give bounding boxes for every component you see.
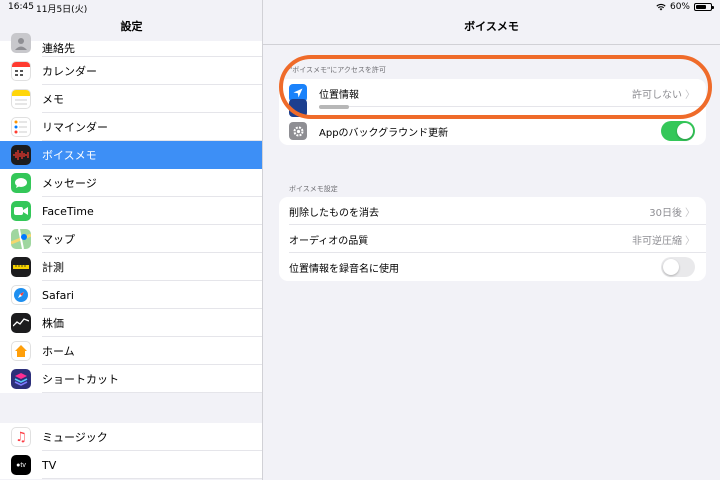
sidebar-item-label: TV: [42, 458, 57, 472]
status-time: 16:45: [8, 2, 34, 12]
chevron-right-icon: 〉: [685, 235, 695, 247]
notes-icon: [11, 89, 31, 109]
music-icon: ♫: [11, 427, 31, 447]
page-title: ボイスメモ: [464, 20, 519, 33]
home-icon: [11, 341, 31, 361]
sidebar-item-home[interactable]: ホーム: [0, 337, 262, 365]
sidebar-item-label: 計測: [42, 261, 64, 274]
messages-icon: [11, 173, 31, 193]
sidebar-item-stocks[interactable]: 株価: [0, 309, 262, 337]
siri-row-partial[interactable]: [279, 99, 706, 117]
sidebar-item-shortcuts[interactable]: ショートカット: [0, 365, 262, 393]
sidebar-list-media: ♫ ミュージック ●tv TV: [0, 423, 262, 479]
sidebar-item-messages[interactable]: メッセージ: [0, 169, 262, 197]
sidebar-item-label: FaceTime: [42, 204, 94, 218]
sidebar-item-tv[interactable]: ●tv TV: [0, 451, 262, 479]
status-date: 11月5日(火): [36, 5, 88, 15]
shortcuts-icon: [11, 369, 31, 389]
sidebar-item-label: メモ: [42, 93, 64, 106]
access-group: 位置情報 許可しない 〉 Appのバックグラウンド更新: [279, 79, 706, 145]
clear-deleted-value: 30日後: [649, 207, 682, 219]
sidebar-item-label: Safari: [42, 288, 74, 302]
voice-memo-settings-group: 削除したものを消去 30日後 〉 オーディオの品質 非可逆圧縮 〉 位置情報を録…: [279, 197, 706, 281]
sidebar-item-facetime[interactable]: FaceTime: [0, 197, 262, 225]
wifi-icon: [656, 4, 666, 11]
voice-memos-icon: [11, 145, 31, 165]
chevron-right-icon: 〉: [685, 207, 695, 219]
audio-quality-value: 非可逆圧縮: [632, 235, 682, 247]
sidebar-item-label: ボイスメモ: [42, 149, 97, 162]
location-label: 位置情報: [319, 89, 359, 101]
siri-icon: [289, 99, 307, 117]
background-refresh-label: Appのバックグラウンド更新: [319, 127, 449, 139]
sidebar-list: 連絡先 カレンダー メモ リマインダー ボイスメモ メッセージ FaceTime…: [0, 33, 262, 393]
sidebar-item-contacts[interactable]: 連絡先: [0, 33, 262, 57]
background-refresh-row: Appのバックグラウンド更新: [279, 117, 706, 145]
location-value: 許可しない: [632, 89, 682, 101]
measure-icon: [11, 257, 31, 277]
siri-label-partial: [319, 105, 349, 109]
sidebar-item-label: ショートカット: [42, 373, 119, 386]
contacts-icon: [11, 33, 31, 53]
battery-icon: [694, 3, 714, 11]
sidebar-item-calendar[interactable]: カレンダー: [0, 57, 262, 85]
sidebar-item-measure[interactable]: 計測: [0, 253, 262, 281]
facetime-icon: [11, 201, 31, 221]
location-naming-label: 位置情報を録音名に使用: [289, 263, 399, 275]
header-divider: [263, 44, 720, 45]
settings-section-header: ボイスメモ設定: [289, 185, 338, 193]
settings-sidebar: 設定 連絡先 カレンダー メモ リマインダー ボイスメモ メッセージ FaceT…: [0, 0, 263, 480]
sidebar-item-music[interactable]: ♫ ミュージック: [0, 423, 262, 451]
sidebar-item-label: リマインダー: [42, 121, 108, 134]
maps-icon: [11, 229, 31, 249]
audio-quality-label: オーディオの品質: [289, 235, 369, 247]
status-right: 60%: [656, 2, 714, 12]
chevron-right-icon: 〉: [685, 89, 695, 101]
sidebar-item-label: 株価: [42, 317, 64, 330]
sidebar-title: 設定: [120, 20, 143, 33]
sidebar-item-reminders[interactable]: リマインダー: [0, 113, 262, 141]
sidebar-item-maps[interactable]: マップ: [0, 225, 262, 253]
sidebar-item-label: メッセージ: [42, 177, 97, 190]
sidebar-item-label: ミュージック: [42, 431, 108, 444]
reminders-icon: [11, 117, 31, 137]
sidebar-item-safari[interactable]: Safari: [0, 281, 262, 309]
clear-deleted-row[interactable]: 削除したものを消去 30日後 〉: [279, 197, 706, 225]
sidebar-item-label: カレンダー: [42, 65, 97, 78]
tv-icon: ●tv: [11, 455, 31, 475]
status-bar: 16:45 11月5日(火) 60%: [0, 0, 720, 15]
stocks-icon: [11, 313, 31, 333]
audio-quality-row[interactable]: オーディオの品質 非可逆圧縮 〉: [279, 225, 706, 253]
location-row[interactable]: 位置情報 許可しない 〉: [279, 79, 706, 107]
access-section-header: "ボイスメモ"にアクセスを許可: [289, 66, 386, 74]
location-naming-toggle[interactable]: [661, 257, 695, 277]
sidebar-item-label: マップ: [42, 233, 75, 246]
location-naming-row: 位置情報を録音名に使用: [279, 253, 706, 281]
calendar-icon: [11, 61, 31, 81]
background-refresh-toggle[interactable]: [661, 121, 695, 141]
sidebar-item-notes[interactable]: メモ: [0, 85, 262, 113]
battery-percent: 60%: [669, 2, 690, 12]
clear-deleted-label: 削除したものを消去: [289, 207, 379, 219]
sidebar-item-label: ホーム: [42, 345, 75, 358]
gear-icon: [289, 122, 307, 140]
sidebar-item-voice-memos[interactable]: ボイスメモ: [0, 141, 262, 169]
sidebar-item-label: 連絡先: [42, 42, 75, 55]
safari-icon: [11, 285, 31, 305]
